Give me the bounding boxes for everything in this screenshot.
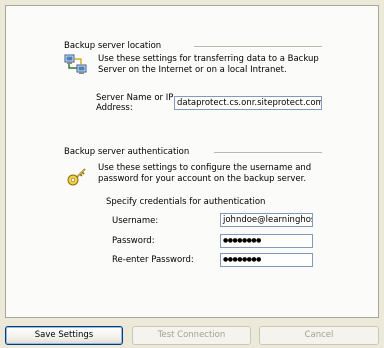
auth-section-divider	[214, 152, 322, 154]
server-name-label: Server Name or IP Address:	[96, 93, 174, 113]
location-section-title: Backup server location	[64, 41, 162, 51]
password-label: Password:	[112, 236, 155, 246]
location-description: Use these settings for transferring data…	[98, 54, 319, 75]
keys-icon	[66, 166, 88, 188]
auth-description: Use these settings to configure the user…	[98, 163, 312, 184]
location-section-divider	[194, 46, 322, 48]
network-computers-icon	[64, 54, 88, 76]
auth-section-title: Backup server authentication	[64, 147, 190, 157]
username-label: Username:	[112, 216, 159, 226]
reenter-password-input[interactable]: ●●●●●●●●	[220, 253, 313, 267]
server-name-input[interactable]: dataprotect.cs.onr.siteprotect.com	[174, 96, 322, 110]
save-settings-button[interactable]: Save Settings	[5, 326, 123, 345]
username-input[interactable]: johndoe@learninghostin	[220, 213, 313, 227]
password-input[interactable]: ●●●●●●●●	[220, 234, 313, 248]
cancel-button[interactable]: Cancel	[259, 326, 379, 345]
specify-credentials-label: Specify credentials for authentication	[106, 197, 266, 207]
reenter-password-label: Re-enter Password:	[112, 255, 194, 265]
test-connection-button[interactable]: Test Connection	[132, 326, 251, 345]
settings-panel: Backup server location Use these setting…	[5, 5, 379, 318]
